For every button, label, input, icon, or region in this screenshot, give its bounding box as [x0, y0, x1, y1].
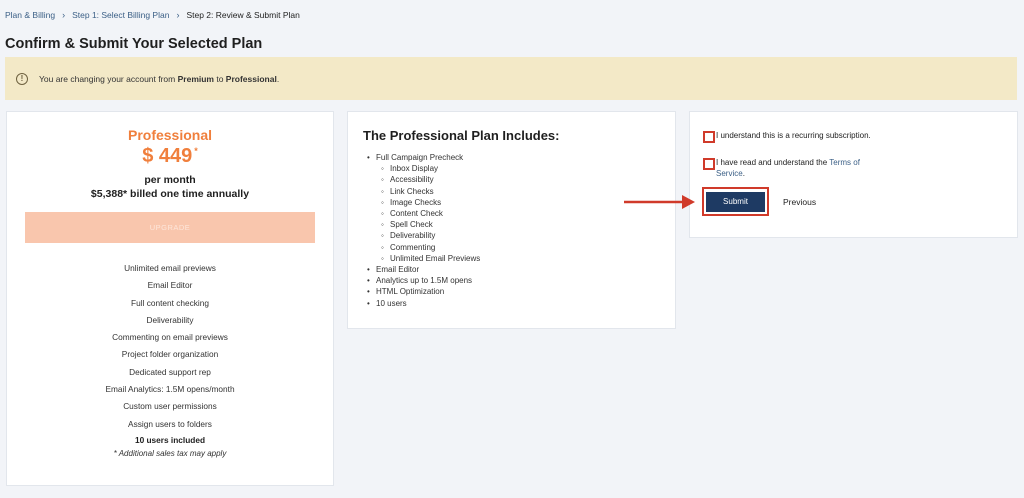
breadcrumb: Plan & Billing › Step 1: Select Billing …: [5, 10, 300, 20]
plan-feature: Assign users to folders: [128, 418, 212, 429]
notice-suffix: .: [276, 73, 280, 84]
price-asterisk: *: [194, 146, 198, 156]
annual-billing: $5,388* billed one time annually: [90, 188, 250, 200]
users-included: 10 users included: [134, 434, 206, 445]
plan-feature: Full content checking: [131, 297, 209, 308]
upgrade-button[interactable]: UPGRADE: [25, 212, 315, 243]
list-item: Spell Check: [377, 219, 675, 230]
terms-consent-checkbox[interactable]: [703, 158, 715, 170]
list-item: Commenting: [377, 242, 675, 253]
terms-consent-row: I have read and understand the Terms of …: [703, 158, 886, 179]
list-item: Accessibility: [377, 174, 675, 185]
list-item: Deliverability: [377, 230, 675, 241]
chevron-right-icon: ›: [176, 10, 180, 20]
notice-from-plan: Premium: [177, 73, 214, 84]
includes-sublist: Inbox Display Accessibility Link Checks …: [363, 163, 675, 264]
list-item: Unlimited Email Previews: [377, 253, 675, 264]
terms-suffix: .: [742, 168, 745, 178]
plan-feature: Dedicated support rep: [129, 366, 211, 377]
list-item: Analytics up to 1.5M opens: [363, 275, 675, 286]
terms-prefix: I have read and understand the: [716, 158, 830, 167]
breadcrumb-link-step-1[interactable]: Step 1: Select Billing Plan: [72, 10, 169, 20]
terms-consent-label: I have read and understand the Terms of …: [716, 158, 886, 179]
notice-to-plan: Professional: [225, 73, 277, 84]
list-item: Inbox Display: [377, 163, 675, 174]
submit-highlight: Submit: [702, 187, 769, 216]
list-item: 10 users: [363, 298, 675, 309]
price-period: per month: [144, 174, 196, 186]
notice-middle: to: [213, 73, 226, 84]
page-title: Confirm & Submit Your Selected Plan: [5, 36, 263, 52]
arrow-right-icon: [624, 195, 695, 209]
previous-link[interactable]: Previous: [783, 197, 816, 207]
includes-title: The Professional Plan Includes:: [363, 128, 560, 143]
list-item: Email Editor: [363, 264, 675, 275]
plan-feature-list: Unlimited email previews Email Editor Fu…: [7, 260, 333, 433]
breadcrumb-current: Step 2: Review & Submit Plan: [186, 10, 300, 20]
notice-text: You are changing your account from Premi…: [39, 74, 279, 84]
includes-list: Full Campaign Precheck Inbox Display Acc…: [363, 152, 675, 309]
submit-button[interactable]: Submit: [706, 191, 765, 212]
breadcrumb-link-plan-billing[interactable]: Plan & Billing: [5, 10, 55, 20]
chevron-right-icon: ›: [62, 10, 66, 20]
plan-summary-card: Professional $ 449 * per month $5,388* bi…: [6, 111, 334, 486]
plan-price-value: $ 449: [142, 145, 193, 167]
plan-includes-card: The Professional Plan Includes: Full Cam…: [347, 111, 676, 329]
list-item: HTML Optimization: [363, 286, 675, 297]
plan-feature: Unlimited email previews: [124, 263, 216, 273]
recurring-consent-label: I understand this is a recurring subscri…: [716, 131, 871, 140]
plan-feature: Custom user permissions: [123, 401, 217, 412]
plan-feature: Email Editor: [147, 280, 193, 291]
includes-item-label: Full Campaign Precheck: [376, 153, 464, 162]
plan-feature: Deliverability: [146, 314, 194, 325]
exclamation-circle-icon: !: [16, 72, 28, 85]
plan-feature: Commenting on email previews: [112, 332, 228, 343]
plan-feature: Email Analytics: 1.5M opens/month: [105, 384, 235, 395]
plan-price: $ 449 *: [7, 145, 333, 168]
plan-name: Professional: [127, 127, 213, 143]
tax-note: * Additional sales tax may apply: [113, 448, 227, 458]
notice-prefix: You are changing your account from: [39, 73, 178, 84]
confirm-card: I understand this is a recurring subscri…: [689, 111, 1018, 238]
plan-change-notice: ! You are changing your account from Pre…: [5, 57, 1017, 100]
recurring-consent-row: I understand this is a recurring subscri…: [703, 131, 886, 143]
plan-feature: Project folder organization: [121, 349, 219, 360]
recurring-consent-checkbox[interactable]: [703, 131, 715, 143]
